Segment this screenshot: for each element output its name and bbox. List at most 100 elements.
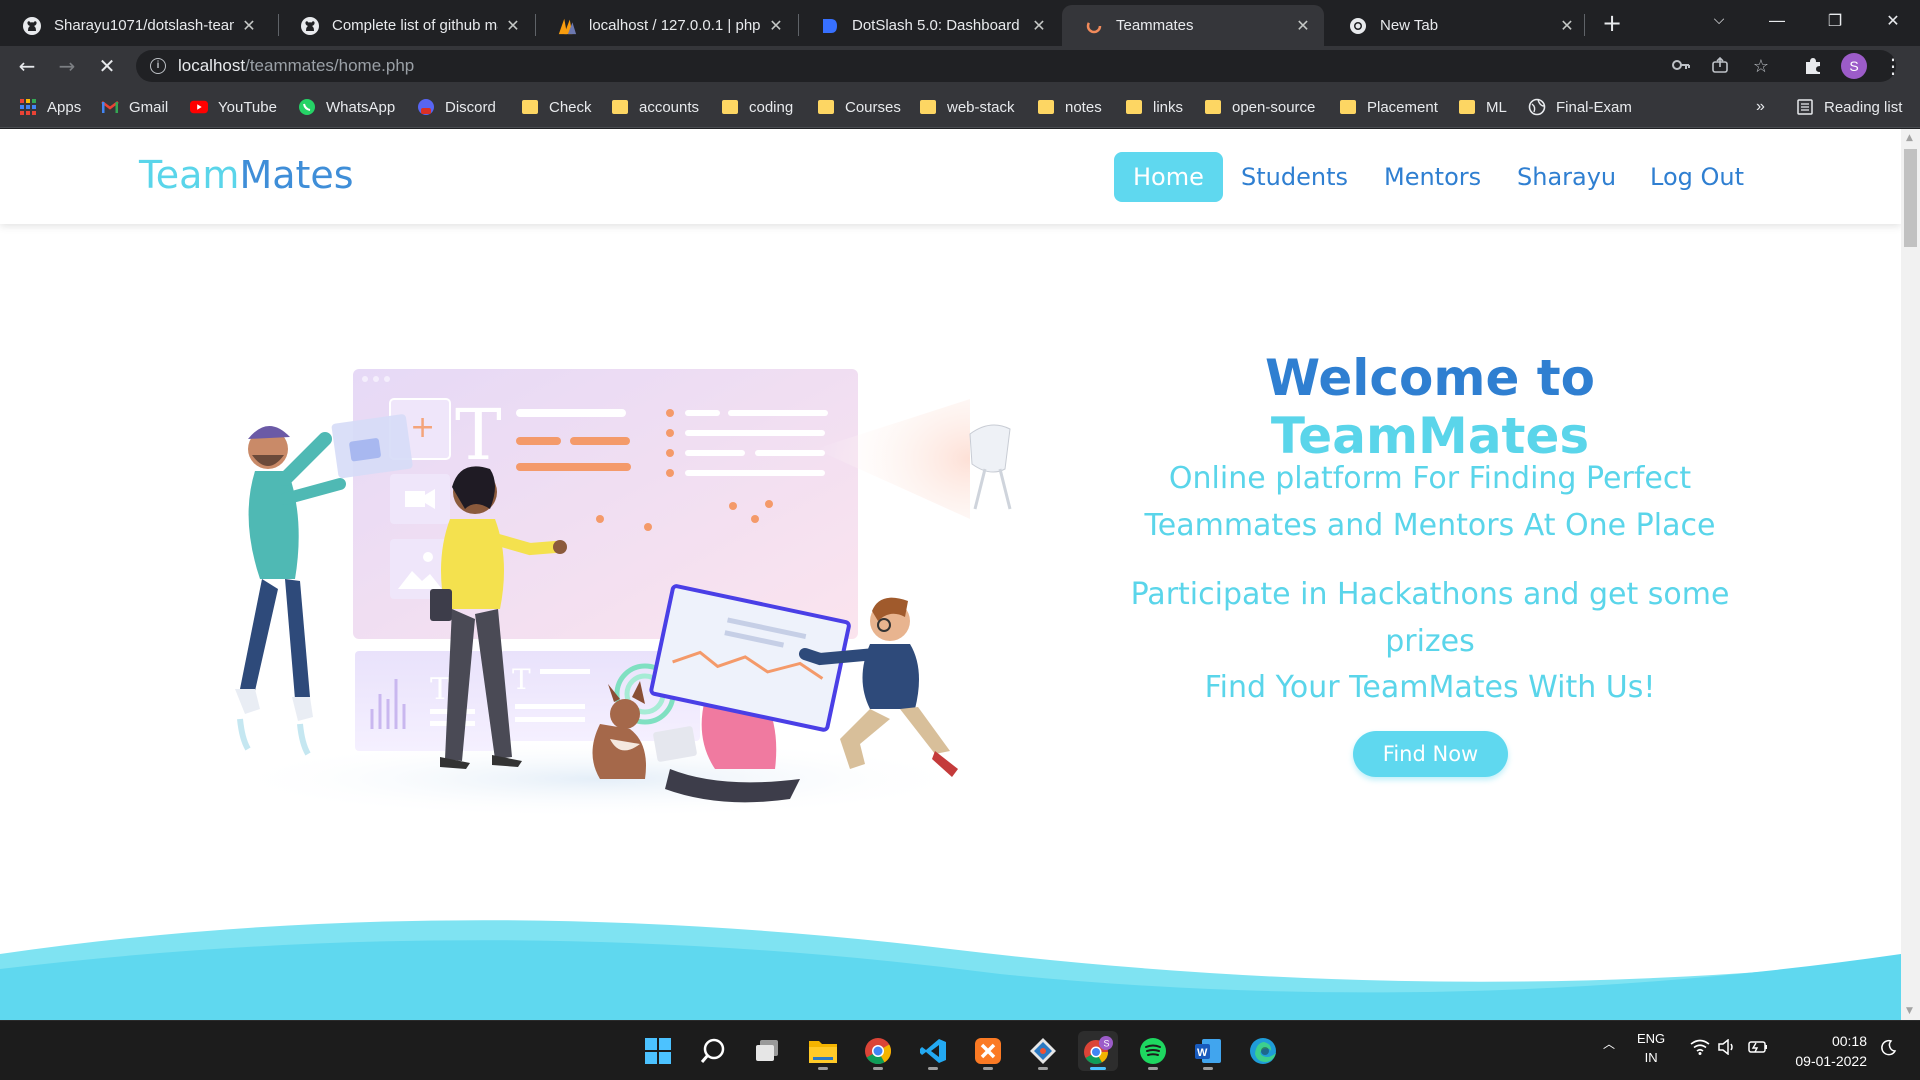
bookmark-folder[interactable]: web-stack xyxy=(919,96,1015,118)
new-tab-button[interactable]: + xyxy=(1597,8,1627,38)
bookmark-folder[interactable]: Courses xyxy=(817,96,901,118)
browser-tab[interactable]: localhost / 127.0.0.1 | phpM ✕ xyxy=(535,5,797,46)
word-icon[interactable]: W xyxy=(1188,1031,1228,1071)
close-icon[interactable]: ✕ xyxy=(1030,16,1048,35)
extensions-puzzle-icon[interactable] xyxy=(1797,50,1829,82)
edge-icon[interactable] xyxy=(1243,1031,1283,1071)
url-text[interactable]: localhost/teammates/home.php xyxy=(178,56,414,76)
chrome-profile-icon[interactable]: S xyxy=(1078,1031,1118,1071)
nav-home[interactable]: Home xyxy=(1114,152,1223,202)
nav-students[interactable]: Students xyxy=(1222,152,1367,202)
file-explorer-icon[interactable] xyxy=(803,1031,843,1071)
chrome-icon[interactable] xyxy=(858,1031,898,1071)
bookmark-gmail[interactable]: Gmail xyxy=(101,96,168,118)
svg-text:+: + xyxy=(410,410,435,445)
svg-text:W: W xyxy=(1197,1047,1208,1059)
browser-tab[interactable]: New Tab ✕ xyxy=(1326,5,1588,46)
xampp-icon[interactable] xyxy=(968,1031,1008,1071)
notification-moon-icon[interactable] xyxy=(1879,1039,1897,1060)
share-icon[interactable] xyxy=(1709,56,1731,79)
bookmark-star-icon[interactable]: ☆ xyxy=(1750,56,1772,77)
running-indicator xyxy=(928,1067,938,1070)
page-scrollbar[interactable]: ▲ ▼ xyxy=(1901,129,1920,1020)
tab-separator xyxy=(1584,14,1585,36)
svg-text:T: T xyxy=(455,394,502,476)
wifi-icon[interactable] xyxy=(1690,1039,1710,1058)
bookmarks-overflow-button[interactable]: » xyxy=(1756,96,1765,118)
search-icon[interactable] xyxy=(693,1031,733,1071)
bookmarks-bar: Apps Gmail YouTube WhatsApp Discord Chec… xyxy=(0,86,1920,128)
bookmark-apps[interactable]: Apps xyxy=(19,96,81,118)
close-icon[interactable]: ✕ xyxy=(504,16,522,35)
speaker-icon[interactable] xyxy=(1718,1038,1738,1058)
task-view-icon[interactable] xyxy=(748,1031,788,1071)
reading-list-button[interactable]: Reading list xyxy=(1796,96,1902,118)
bookmark-folder[interactable]: accounts xyxy=(611,96,699,118)
address-bar[interactable]: i localhost/teammates/home.php ☆ xyxy=(136,50,1896,82)
close-icon[interactable]: ✕ xyxy=(1294,16,1312,35)
folder-icon xyxy=(721,98,739,116)
bookmark-folder[interactable]: open-source xyxy=(1204,96,1315,118)
windows-start-icon[interactable] xyxy=(638,1031,678,1071)
folder-icon xyxy=(919,98,937,116)
folder-icon xyxy=(1037,98,1055,116)
taskbar-clock[interactable]: 00:18 09-01-2022 xyxy=(1783,1031,1867,1071)
spotify-icon[interactable] xyxy=(1133,1031,1173,1071)
back-arrow-icon[interactable]: ← xyxy=(11,50,43,82)
folder-icon xyxy=(521,98,539,116)
vscode-icon[interactable] xyxy=(913,1031,953,1071)
scroll-down-arrow-icon[interactable]: ▼ xyxy=(1906,1006,1913,1016)
close-icon[interactable]: ✕ xyxy=(1558,16,1576,35)
forward-arrow-icon[interactable]: → xyxy=(51,50,83,82)
bookmark-folder[interactable]: Check xyxy=(521,96,592,118)
close-icon[interactable]: ✕ xyxy=(240,16,258,35)
windows-taskbar: S W ︿ ENG IN 00:18 09-01-2022 xyxy=(0,1020,1920,1080)
tab-title: Teammates xyxy=(1116,17,1194,34)
bookmark-folder[interactable]: coding xyxy=(721,96,793,118)
scroll-up-arrow-icon[interactable]: ▲ xyxy=(1906,133,1913,143)
github-icon xyxy=(300,16,320,36)
running-indicator xyxy=(818,1067,828,1070)
hero-tagline-2: Teammates and Mentors At One Place xyxy=(1144,508,1716,543)
more-menu-icon[interactable]: ⋮ xyxy=(1877,50,1909,82)
close-icon[interactable]: ✕ xyxy=(767,16,785,35)
key-icon[interactable] xyxy=(1670,56,1692,77)
browser-tab[interactable]: Complete list of github mar ✕ xyxy=(278,5,534,46)
scrollbar-thumb[interactable] xyxy=(1904,149,1917,247)
bookmark-folder[interactable]: links xyxy=(1125,96,1183,118)
stop-loading-icon[interactable]: ✕ xyxy=(91,50,123,82)
profile-avatar[interactable]: S xyxy=(1841,53,1867,79)
browser-toolbar: ← → ✕ i localhost/teammates/home.php ☆ S… xyxy=(0,46,1920,86)
site-info-icon[interactable]: i xyxy=(150,58,166,74)
bookmark-discord[interactable]: Discord xyxy=(417,96,496,118)
browser-tab-active[interactable]: Teammates ✕ xyxy=(1062,5,1324,46)
tab-title: Sharayu1071/dotslash-team xyxy=(54,17,234,34)
tray-overflow-chevron-icon[interactable]: ︿ xyxy=(1603,1035,1615,1052)
bookmark-youtube[interactable]: YouTube xyxy=(190,96,277,118)
git-icon[interactable] xyxy=(1023,1031,1063,1071)
minimize-button[interactable]: ― xyxy=(1748,0,1806,40)
nav-mentors[interactable]: Mentors xyxy=(1365,152,1500,202)
apps-grid-icon xyxy=(19,98,37,116)
bookmark-folder[interactable]: notes xyxy=(1037,96,1102,118)
bookmark-folder[interactable]: ML xyxy=(1458,96,1507,118)
hero-tagline-1: Online platform For Finding Perfect xyxy=(1168,461,1692,496)
find-now-button[interactable]: Find Now xyxy=(1353,731,1508,777)
hero-illustration: + T T T xyxy=(220,369,1012,819)
browser-tab[interactable]: DotSlash 5.0: Dashboard | D ✕ xyxy=(798,5,1060,46)
tab-title: New Tab xyxy=(1380,17,1439,34)
page-loading-icon xyxy=(1084,16,1104,36)
nav-logout[interactable]: Log Out xyxy=(1631,152,1763,202)
page-viewport: TeamMates Home Students Mentors Sharayu … xyxy=(0,129,1920,1020)
tab-search-chevron-icon[interactable]: ⌵ xyxy=(1690,0,1748,40)
nav-profile[interactable]: Sharayu xyxy=(1498,152,1635,202)
browser-tab[interactable]: Sharayu1071/dotslash-team ✕ xyxy=(0,5,270,46)
bookmark-final-exam[interactable]: Final-Exam xyxy=(1528,96,1632,118)
site-logo[interactable]: TeamMates xyxy=(139,153,354,197)
input-language-indicator[interactable]: ENG IN xyxy=(1637,1029,1665,1067)
restore-button[interactable]: ❐ xyxy=(1806,0,1864,40)
close-window-button[interactable]: ✕ xyxy=(1864,0,1920,40)
battery-icon[interactable] xyxy=(1746,1039,1768,1058)
bookmark-whatsapp[interactable]: WhatsApp xyxy=(298,96,395,118)
bookmark-folder[interactable]: Placement xyxy=(1339,96,1438,118)
